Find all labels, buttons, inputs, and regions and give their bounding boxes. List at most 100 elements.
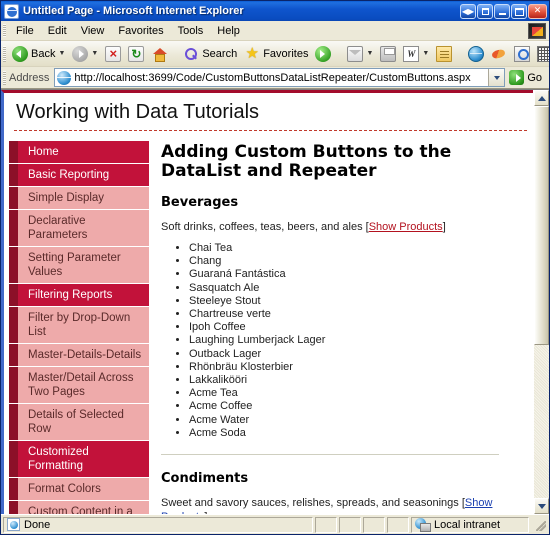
tool-bar: Back ▼ ▼ Search Favorites bbox=[1, 41, 549, 67]
sidebar-nav: Home Basic Reporting Simple Display Decl… bbox=[4, 131, 149, 514]
scroll-down-button[interactable] bbox=[534, 498, 549, 514]
back-button-label: Back bbox=[31, 48, 55, 60]
page-title: Adding Custom Buttons to the DataList an… bbox=[161, 143, 503, 181]
address-bar: Address http://localhost:3699/Code/Custo… bbox=[1, 67, 549, 89]
media-play-icon bbox=[315, 46, 331, 62]
menu-item-view-label: View bbox=[81, 25, 105, 37]
sidebar-item-filter-by-drop-down-list[interactable]: Filter by Drop-Down List bbox=[18, 307, 149, 344]
list-item: Rhönbräu Klosterbier bbox=[189, 361, 503, 374]
browser-window: Untitled Page - Microsoft Internet Explo… bbox=[0, 0, 550, 535]
go-arrow-icon bbox=[509, 70, 524, 85]
intranet-zone-icon bbox=[415, 518, 430, 531]
sidebar-item-filtering-reports[interactable]: Filtering Reports bbox=[18, 284, 149, 307]
window-controls: ◀▶ ✕ bbox=[460, 4, 547, 19]
scrollbar-track[interactable] bbox=[534, 106, 549, 498]
show-products-link-beverages[interactable]: Show Products bbox=[369, 221, 443, 233]
discuss-button[interactable] bbox=[465, 44, 487, 64]
menu-item-help-label: Help bbox=[217, 25, 240, 37]
category-title-condiments: Condiments bbox=[161, 471, 503, 486]
forward-button[interactable]: ▼ bbox=[69, 44, 101, 64]
notes-icon bbox=[436, 46, 452, 62]
sidebar-item-home[interactable]: Home bbox=[18, 141, 149, 164]
back-button[interactable]: Back ▼ bbox=[9, 44, 68, 64]
scrollbar-thumb[interactable] bbox=[534, 106, 549, 345]
sidebar-item-format-colors[interactable]: Format Colors bbox=[18, 478, 149, 501]
sidebar-item-master-details-details[interactable]: Master-Details-Details bbox=[18, 344, 149, 367]
menu-bar: File Edit View Favorites Tools Help bbox=[1, 21, 549, 41]
scroll-up-button[interactable] bbox=[534, 90, 549, 106]
status-pad-1 bbox=[315, 517, 337, 533]
sidebar-item-setting-parameter-values[interactable]: Setting Parameter Values bbox=[18, 247, 149, 284]
restore-pane-button[interactable]: ◀▶ bbox=[460, 4, 476, 19]
sidebar-item-simple-display[interactable]: Simple Display bbox=[18, 187, 149, 210]
menu-item-edit-label: Edit bbox=[48, 25, 67, 37]
sidebar-item-declarative-parameters[interactable]: Declarative Parameters bbox=[18, 210, 149, 247]
site-title: Working with Data Tutorials bbox=[4, 93, 533, 130]
page-done-icon bbox=[7, 518, 20, 531]
chevron-down-icon[interactable]: ▼ bbox=[58, 50, 65, 57]
research-button[interactable] bbox=[511, 44, 533, 64]
link-bracket-close: ] bbox=[443, 221, 446, 233]
chevron-down-icon[interactable]: ▼ bbox=[91, 50, 98, 57]
search-button[interactable]: Search bbox=[180, 44, 240, 64]
browser-viewport: Working with Data Tutorials Home Basic R… bbox=[1, 89, 549, 514]
menu-item-favorites[interactable]: Favorites bbox=[111, 23, 170, 39]
window-group-button[interactable] bbox=[477, 4, 493, 19]
menu-item-tools[interactable]: Tools bbox=[171, 23, 211, 39]
grid-button[interactable] bbox=[534, 44, 550, 64]
page-scrollbar[interactable] bbox=[533, 90, 549, 514]
windows-logo-icon bbox=[528, 23, 546, 39]
sidebar-item-basic-reporting[interactable]: Basic Reporting bbox=[18, 164, 149, 187]
security-zone-cell[interactable]: Local intranet bbox=[411, 517, 529, 533]
status-pad-3 bbox=[363, 517, 385, 533]
address-input[interactable]: http://localhost:3699/Code/CustomButtons… bbox=[54, 68, 505, 87]
research-icon bbox=[514, 46, 530, 62]
stop-button[interactable] bbox=[102, 44, 124, 64]
home-button[interactable] bbox=[148, 44, 170, 64]
list-item: Laughing Lumberjack Lager bbox=[189, 334, 503, 347]
status-pad-4 bbox=[387, 517, 409, 533]
main-content: Adding Custom Buttons to the DataList an… bbox=[149, 131, 533, 514]
page-icon bbox=[4, 4, 19, 19]
msn-button[interactable] bbox=[488, 44, 510, 64]
refresh-button[interactable] bbox=[125, 44, 147, 64]
menu-item-edit[interactable]: Edit bbox=[41, 23, 74, 39]
list-item: Outback Lager bbox=[189, 348, 503, 361]
ie-page-icon bbox=[57, 71, 71, 85]
sidebar-item-details-of-selected-row[interactable]: Details of Selected Row bbox=[18, 404, 149, 441]
chevron-down-icon[interactable]: ▼ bbox=[422, 50, 429, 57]
media-button[interactable] bbox=[312, 44, 334, 64]
messenger-button[interactable] bbox=[433, 44, 455, 64]
category-description-text: Soft drinks, coffees, teas, beers, and a… bbox=[161, 221, 363, 233]
status-bar: Done Local intranet bbox=[1, 514, 549, 534]
mail-button[interactable]: ▼ bbox=[344, 44, 376, 64]
status-message-cell: Done bbox=[3, 517, 313, 533]
status-pad-2 bbox=[339, 517, 361, 533]
address-dropdown-button[interactable] bbox=[488, 69, 504, 86]
sidebar-item-master-detail-across-two-pages[interactable]: Master/Detail Across Two Pages bbox=[18, 367, 149, 404]
edit-button[interactable]: ▼ bbox=[400, 44, 432, 64]
resize-grip[interactable] bbox=[533, 518, 547, 532]
menu-item-help[interactable]: Help bbox=[210, 23, 247, 39]
forward-arrow-icon bbox=[72, 46, 88, 62]
favorites-button[interactable]: Favorites bbox=[241, 44, 311, 64]
print-button[interactable] bbox=[377, 44, 399, 64]
refresh-icon bbox=[128, 46, 144, 62]
address-url-text: http://localhost:3699/Code/CustomButtons… bbox=[74, 72, 488, 84]
menu-item-view[interactable]: View bbox=[74, 23, 112, 39]
list-item: Sasquatch Ale bbox=[189, 282, 503, 295]
sidebar-item-customized-formatting[interactable]: Customized Formatting bbox=[18, 441, 149, 478]
go-button[interactable]: Go bbox=[505, 70, 546, 85]
close-button[interactable]: ✕ bbox=[528, 4, 547, 19]
address-label: Address bbox=[9, 72, 49, 84]
sidebar-item-custom-content-in-a-gridview[interactable]: Custom Content in a GridView bbox=[18, 501, 149, 514]
menu-item-file[interactable]: File bbox=[9, 23, 41, 39]
minimize-button[interactable] bbox=[494, 4, 510, 19]
mail-icon bbox=[347, 46, 363, 62]
maximize-button[interactable] bbox=[511, 4, 527, 19]
chevron-down-icon[interactable]: ▼ bbox=[366, 50, 373, 57]
title-bar: Untitled Page - Microsoft Internet Explo… bbox=[1, 1, 549, 21]
msn-butterfly-icon bbox=[491, 46, 507, 62]
category-description-text: Sweet and savory sauces, relishes, sprea… bbox=[161, 497, 459, 509]
list-item: Chang bbox=[189, 255, 503, 268]
